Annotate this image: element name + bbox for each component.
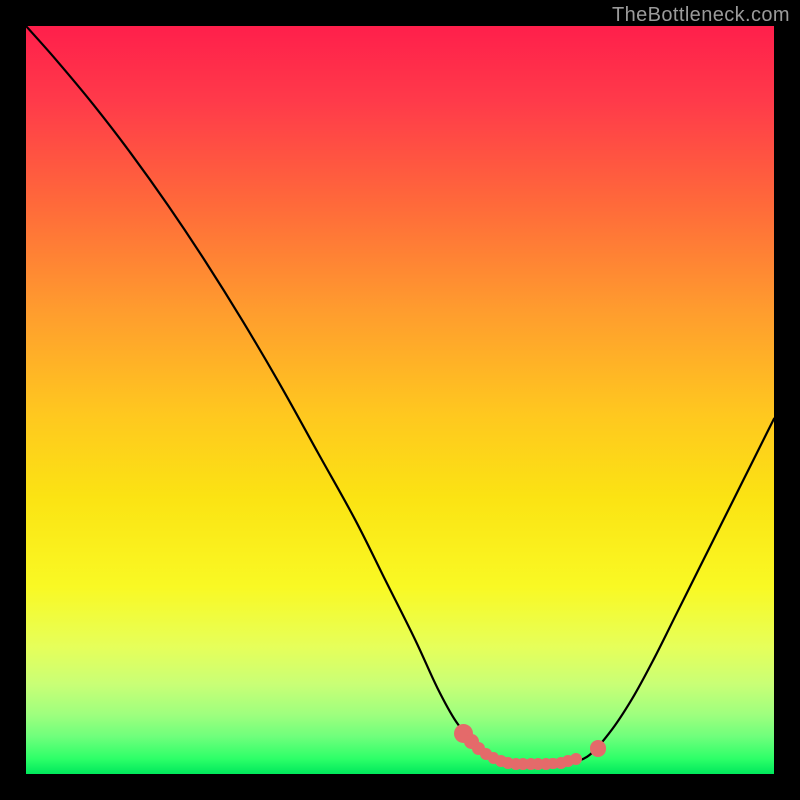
- curve-marker: [555, 757, 567, 769]
- curve-marker: [464, 734, 479, 749]
- bottleneck-curve: [26, 26, 774, 774]
- curve-marker: [590, 740, 606, 756]
- curve-marker: [472, 742, 485, 755]
- curve-marker: [562, 755, 574, 767]
- curve-marker: [502, 757, 514, 769]
- plot-area: [26, 26, 774, 774]
- chart-frame: TheBottleneck.com: [0, 0, 800, 800]
- curve-marker: [480, 748, 492, 760]
- curve-marker: [525, 758, 537, 770]
- curve-marker: [540, 758, 552, 770]
- curve-marker: [517, 758, 529, 770]
- curve-marker: [454, 724, 473, 743]
- curve-marker: [532, 758, 544, 770]
- curve-marker: [510, 758, 522, 770]
- watermark-text: TheBottleneck.com: [612, 4, 790, 27]
- curve-marker: [495, 755, 507, 767]
- curve-marker: [547, 758, 559, 770]
- curve-marker: [488, 752, 500, 764]
- curve-marker: [570, 753, 582, 765]
